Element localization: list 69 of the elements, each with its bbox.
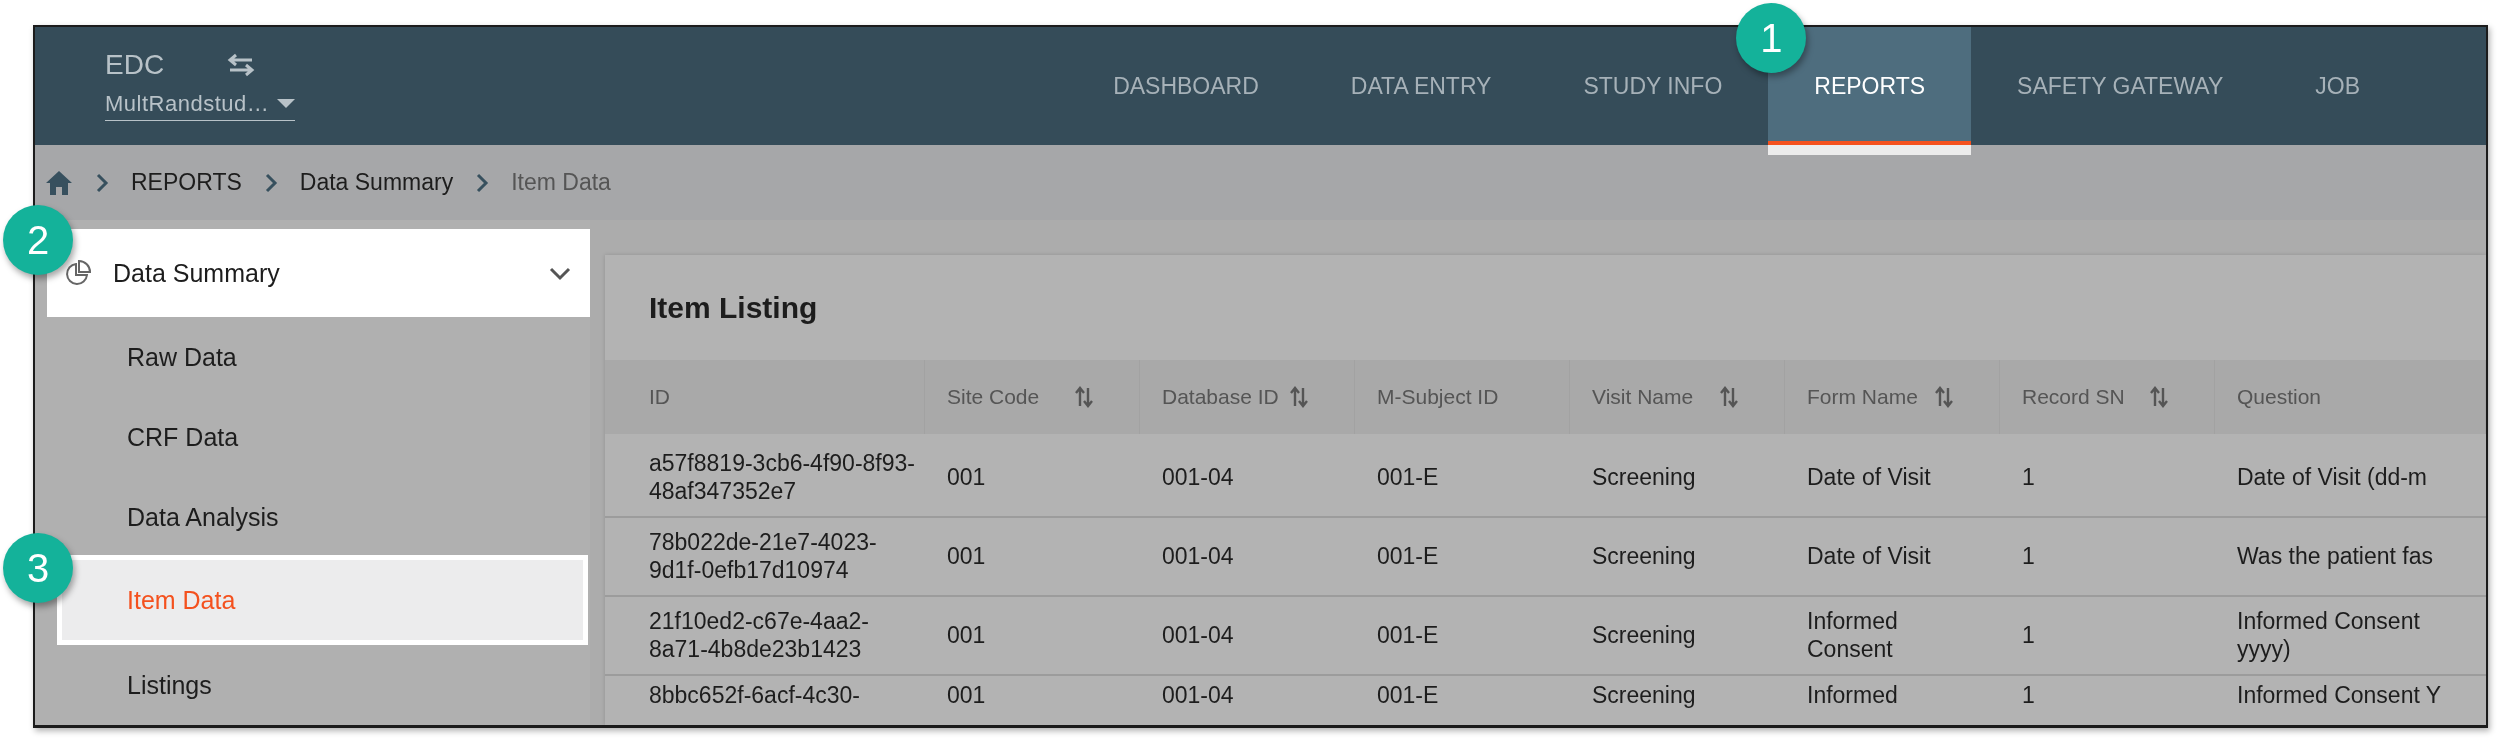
sidebar-item[interactable]: Listings xyxy=(35,645,590,725)
column-header[interactable]: Visit Name xyxy=(1570,360,1785,434)
sidebar-item[interactable]: Raw Data xyxy=(35,317,590,397)
table-cell: Date of Visit (dd-m xyxy=(2215,439,2486,518)
nav-tab[interactable]: DATA ENTRY xyxy=(1304,27,1538,145)
table-cell-text: 1 xyxy=(2021,681,2036,710)
table-cell: Was the patient fas xyxy=(2215,518,2486,597)
table-cell: 78b022de-21e7-4023-9d1f-0efb17d10974 xyxy=(605,518,925,597)
table-cell: 001 xyxy=(925,518,1140,597)
callout-badge: 3 xyxy=(3,533,73,603)
app-name: EDC xyxy=(105,49,165,81)
nav-tab[interactable]: SAFETY GATEWAY xyxy=(1971,27,2270,145)
table-cell: Date of Visit xyxy=(1785,439,2000,518)
table-cell: Screening xyxy=(1570,518,1785,597)
table-cell-text: 001-E xyxy=(1376,681,1440,710)
column-header[interactable]: Question xyxy=(2215,360,2486,434)
table-cell: 001-E xyxy=(1355,439,1570,518)
column-header[interactable]: Record SN xyxy=(2000,360,2215,434)
table-cell: a57f8819-3cb6-4f90-8f93-48af347352e7 xyxy=(605,439,925,518)
sort-icon[interactable] xyxy=(1720,386,1738,408)
table-cell: 1 xyxy=(2000,597,2215,676)
sidebar-section[interactable]: Data Summary xyxy=(47,229,590,317)
table-cell-text: Informed Consent Y xyxy=(2236,681,2443,710)
pie-chart-icon xyxy=(65,260,91,286)
table-cell: Informed Consent xyxy=(1785,597,2000,676)
table-cell: 21f10ed2-c67e-4aa2-8a71-4b8de23b1423 xyxy=(605,597,925,676)
table-cell-text: Informed xyxy=(1806,681,1899,710)
callout-badge: 2 xyxy=(3,205,73,275)
sidebar-item[interactable]: CRF Data xyxy=(35,397,590,477)
sort-icon[interactable] xyxy=(1290,386,1308,408)
table-cell: 001-04 xyxy=(1140,597,1355,676)
table-cell: 001-E xyxy=(1355,518,1570,597)
table-cell: 1 xyxy=(2000,439,2215,518)
table-cell: Informed Consent yyyy) xyxy=(2215,597,2486,676)
sort-icon[interactable] xyxy=(1075,386,1093,408)
table-cell-text: 001 xyxy=(946,681,987,710)
sidebar-item[interactable]: Item Data xyxy=(57,555,588,645)
column-header[interactable]: Database ID xyxy=(1140,360,1355,434)
sort-icon[interactable] xyxy=(2150,386,2168,408)
table-cell-text: 001-04 xyxy=(1161,681,1235,710)
swap-arrows-icon[interactable] xyxy=(226,53,257,77)
column-header[interactable]: Form Name xyxy=(1785,360,2000,434)
table-cell: 001 xyxy=(925,597,1140,676)
column-header[interactable]: ID xyxy=(605,360,925,434)
callout-badge: 1 xyxy=(1736,3,1807,73)
breadcrumb-link[interactable]: Data Summary xyxy=(299,169,454,196)
sort-icon[interactable] xyxy=(1935,386,1953,408)
table-cell: Date of Visit xyxy=(1785,518,2000,597)
table-cell: Screening xyxy=(1570,439,1785,518)
card-title: Item Listing xyxy=(648,289,819,326)
table-cell: 001-04 xyxy=(1140,439,1355,518)
table-cell-text: Screening xyxy=(1591,681,1697,710)
chevron-right-icon xyxy=(475,171,490,194)
table-cell: 1 xyxy=(2000,518,2215,597)
home-icon[interactable] xyxy=(45,169,73,196)
breadcrumb-link[interactable]: REPORTS xyxy=(131,169,242,196)
caret-icon xyxy=(277,99,296,109)
column-header[interactable]: M-Subject ID xyxy=(1355,360,1570,434)
column-header[interactable]: Site Code xyxy=(925,360,1140,434)
chevron-right-icon xyxy=(95,171,109,194)
nav-tab[interactable]: DASHBOARD xyxy=(1067,27,1305,145)
table-cell-text: 8bbc652f-6acf-4c30- xyxy=(648,681,861,710)
chevron-right-icon xyxy=(263,171,278,194)
study-selector[interactable]: MultRandstud… xyxy=(105,91,296,121)
table-cell: 001 xyxy=(925,439,1140,518)
table-cell: 001-E xyxy=(1355,597,1570,676)
table-cell: 001-04 xyxy=(1140,518,1355,597)
table-cell: Screening xyxy=(1570,597,1785,676)
nav-tab[interactable]: JOB xyxy=(2269,27,2406,145)
